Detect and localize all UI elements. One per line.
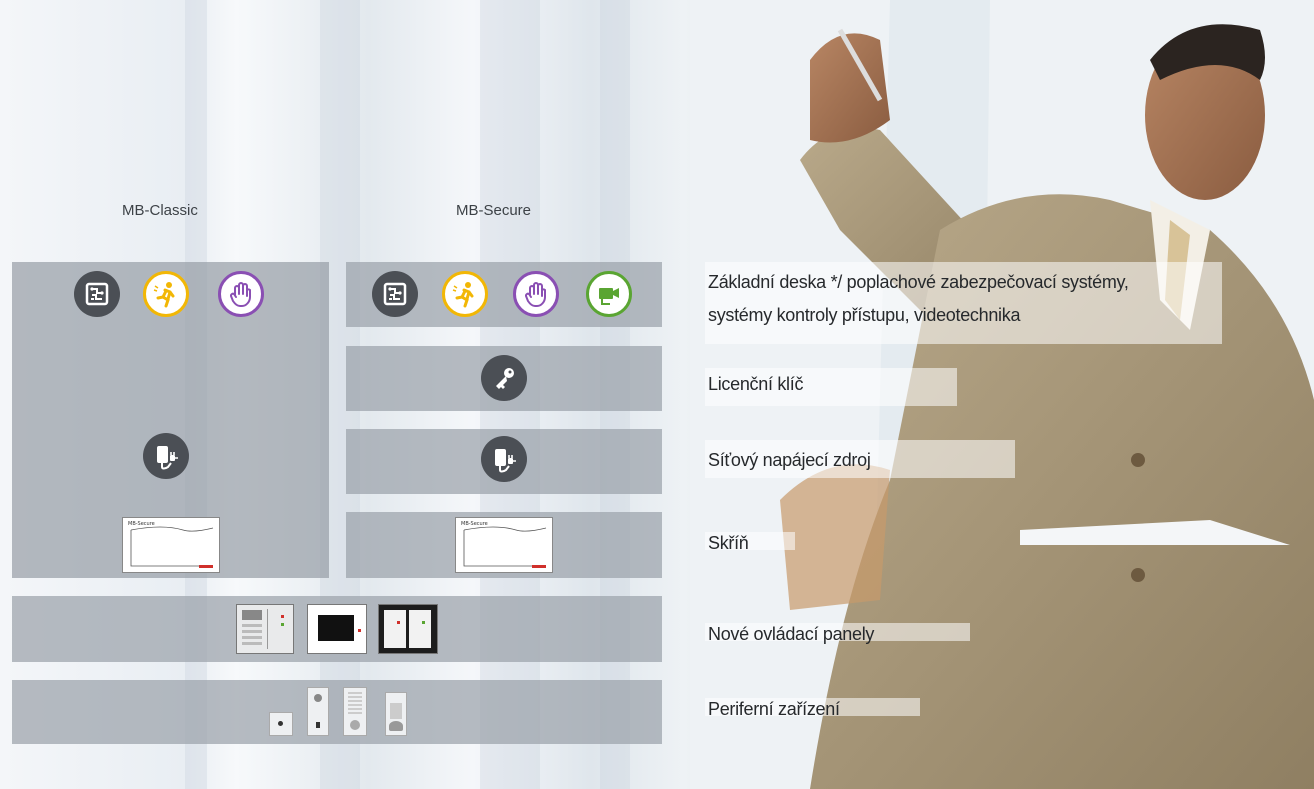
peripheral-reader-image: [385, 692, 407, 736]
label-control-panels: Nové ovládací panely: [708, 624, 875, 644]
cabinet-image: MB-Secure: [455, 517, 553, 573]
label-power-supply: Síťový napájecí zdroj: [708, 450, 871, 470]
control-panel-lcd-image: [236, 604, 294, 654]
control-panel-buttons-image: [378, 604, 438, 654]
camera-icon: [586, 271, 632, 317]
column-header-mb-classic: MB-Classic: [122, 202, 198, 219]
power-plug-icon: [143, 433, 189, 479]
label-baseboard-line2: systémy kontroly přístupu, videotechnika: [708, 305, 1021, 325]
peripheral-keyswitch-image: [307, 687, 329, 736]
power-plug-icon: [481, 436, 527, 482]
running-person-icon: [442, 271, 488, 317]
label-cabinet: Skříň: [708, 533, 749, 553]
peripheral-keypad-image: [343, 687, 367, 736]
circuit-board-icon: [74, 271, 120, 317]
hand-icon: [218, 271, 264, 317]
label-peripherals: Periferní zařízení: [708, 699, 840, 719]
hand-icon: [513, 271, 559, 317]
circuit-board-icon: [372, 271, 418, 317]
cabinet-image: MB-Secure: [122, 517, 220, 573]
peripherals-row: [12, 680, 662, 744]
label-license-key: Licenční klíč: [708, 374, 804, 394]
column-header-mb-secure: MB-Secure: [456, 202, 532, 219]
running-person-icon: [143, 271, 189, 317]
key-icon: [481, 355, 527, 401]
peripheral-sensor-image: [269, 712, 293, 736]
label-baseboard-line1: Základní deska */ poplachové zabezpečova…: [708, 272, 1129, 292]
control-panel-touch-image: [307, 604, 367, 654]
